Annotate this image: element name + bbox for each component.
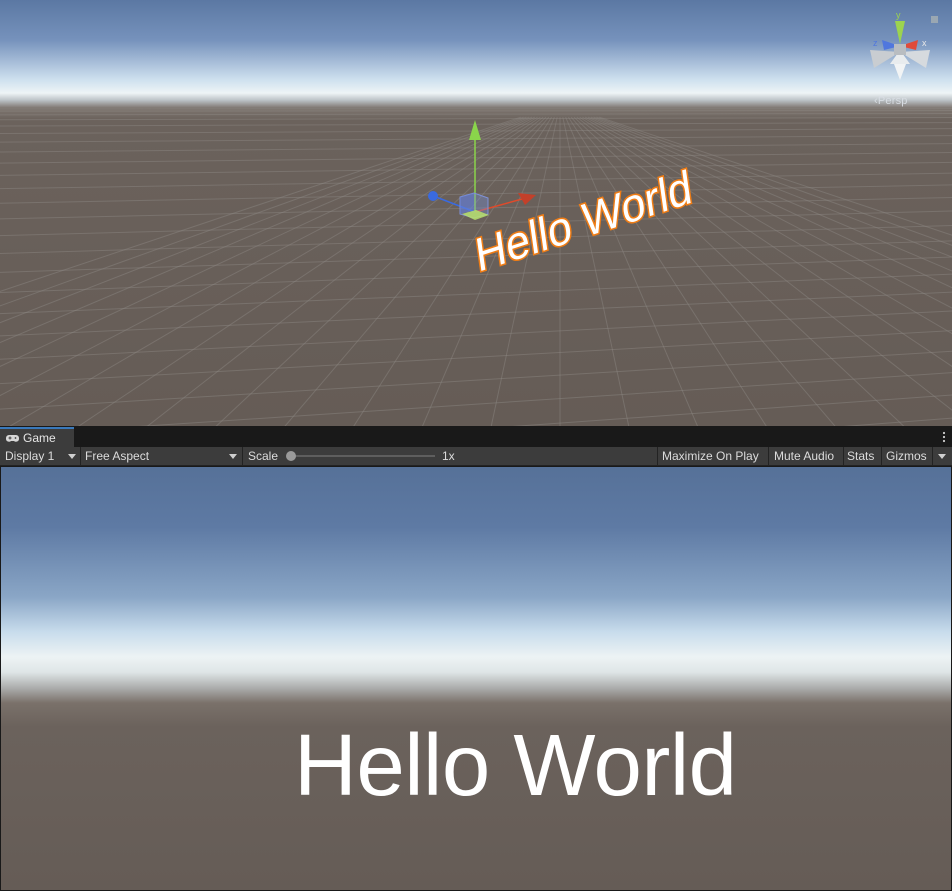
chevron-down-icon: [229, 454, 237, 459]
scale-slider[interactable]: [287, 455, 435, 457]
lock-icon[interactable]: [931, 16, 938, 23]
gizmo-x-label: x: [922, 38, 927, 48]
z-axis-handle[interactable]: [428, 191, 438, 201]
stats-button[interactable]: Stats: [844, 447, 881, 465]
chevron-down-icon: [68, 454, 76, 459]
gizmos-button[interactable]: Gizmos: [882, 447, 932, 465]
gamepad-icon: [6, 434, 19, 442]
unity-editor: Hello World y z x ‹Persp Game Display 1 …: [0, 0, 952, 891]
gizmos-dropdown[interactable]: [933, 447, 952, 465]
game-view[interactable]: Hello World: [1, 467, 951, 890]
game-hello-world-text: Hello World: [294, 717, 737, 814]
gizmo-y-label: y: [896, 10, 901, 20]
aspect-dropdown[interactable]: Free Aspect: [81, 447, 242, 465]
chevron-down-icon: [938, 454, 946, 459]
aspect-dropdown-value: Free Aspect: [85, 449, 150, 463]
y-axis-arrow[interactable]: [469, 120, 481, 140]
kebab-menu-icon[interactable]: [942, 430, 946, 444]
scale-label: Scale: [248, 449, 279, 463]
scale-slider-thumb[interactable]: [286, 451, 296, 461]
maximize-on-play-button[interactable]: Maximize On Play: [658, 447, 768, 465]
move-tool-handle[interactable]: [0, 0, 952, 426]
scene-view[interactable]: Hello World y z x ‹Persp: [0, 0, 952, 426]
toolbar-divider: [242, 447, 243, 465]
orientation-gizmo[interactable]: y z x: [862, 6, 942, 90]
persp-label[interactable]: ‹Persp: [874, 95, 908, 107]
tab-game[interactable]: Game: [0, 427, 74, 447]
mute-audio-button[interactable]: Mute Audio: [769, 447, 843, 465]
display-dropdown-value: Display 1: [5, 449, 55, 463]
gizmo-z-label: z: [873, 38, 878, 48]
game-toolbar: Display 1 Free Aspect Scale 1x Maximize …: [0, 447, 952, 466]
game-tab-bar: Game: [0, 426, 952, 447]
scale-value: 1x: [442, 449, 455, 463]
tab-game-label: Game: [23, 431, 56, 445]
display-dropdown[interactable]: Display 1: [0, 447, 80, 465]
